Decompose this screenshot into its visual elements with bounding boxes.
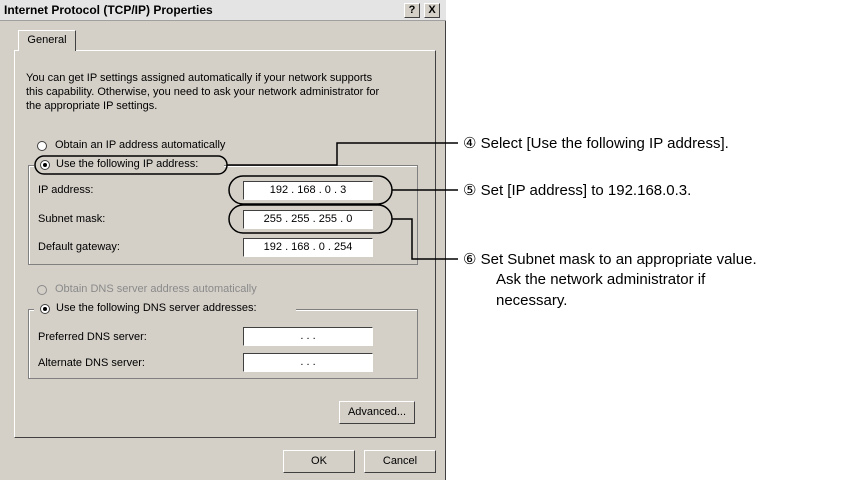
annotation-step6-line2: Ask the network administrator if [496,271,706,288]
tab-general[interactable]: General [18,30,76,51]
callout-outline-subnet-mask [228,204,393,234]
callout-outline-ip-address [228,175,393,205]
callout-outline-use-ip [34,155,228,175]
annotation-step4: ④ Select [Use the following IP address]. [463,135,729,152]
leader-line-step6 [392,218,458,260]
callout-lines [34,142,458,260]
annotation-step6-line3: necessary. [496,292,568,309]
annotation-step6-line1: ⑥ Set Subnet mask to an appropriate valu… [463,251,757,268]
leader-line-step4 [227,142,458,166]
annotation-step5: ⑤ Set [IP address] to 192.168.0.3. [463,182,692,199]
